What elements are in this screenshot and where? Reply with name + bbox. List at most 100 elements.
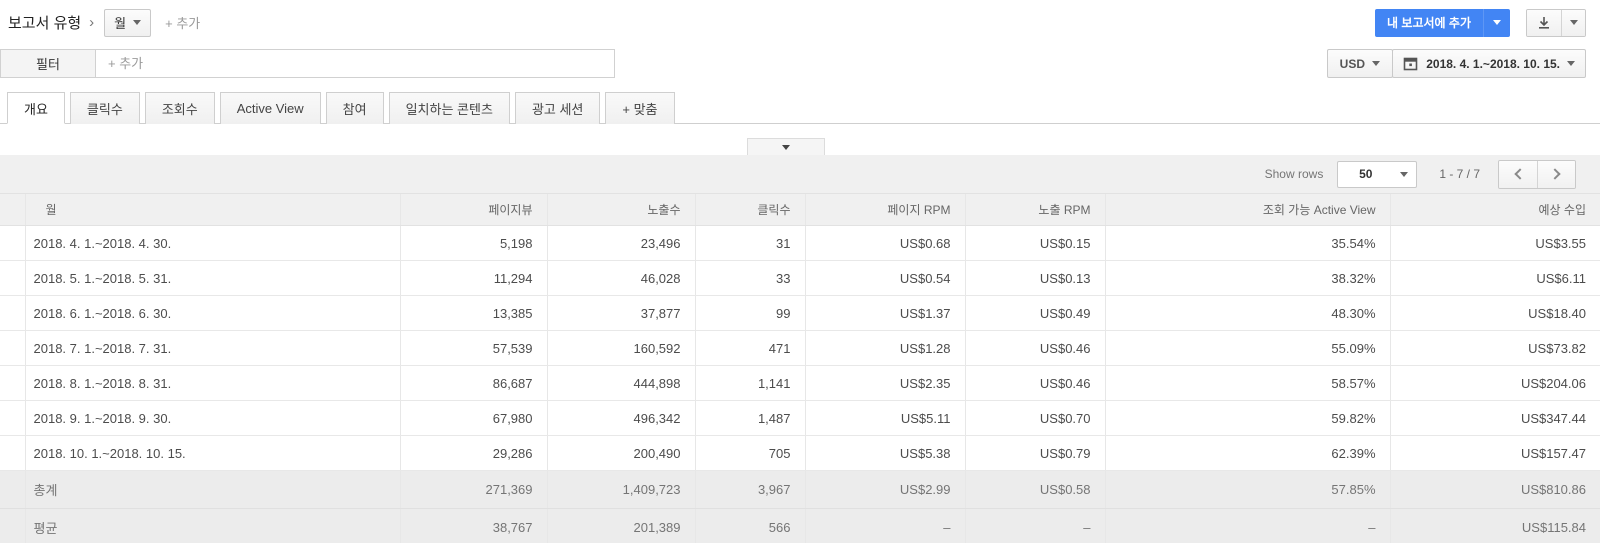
table-row: 2018. 10. 1.~2018. 10. 15. 29,286 200,490 7… bbox=[0, 435, 1600, 471]
filter-label: 필터 bbox=[1, 50, 96, 77]
cell-page-rpm: US$1.28 bbox=[804, 330, 965, 366]
column-header-page-rpm[interactable]: 페이지 RPM bbox=[804, 193, 965, 226]
next-page-button[interactable] bbox=[1537, 160, 1575, 188]
chart-collapse-toggle[interactable] bbox=[747, 138, 825, 155]
row-select-spacer bbox=[0, 508, 25, 543]
summary-label: 평균 bbox=[24, 508, 400, 543]
cell-impression-rpm: US$0.70 bbox=[964, 400, 1105, 436]
date-range-picker[interactable]: 2018. 4. 1.~2018. 10. 15. bbox=[1392, 49, 1586, 78]
cell-impressions: 200,490 bbox=[546, 435, 695, 471]
cell-estimated-earnings: US$73.82 bbox=[1389, 330, 1600, 366]
cell-estimated-earnings: US$6.11 bbox=[1389, 260, 1600, 296]
add-to-my-reports-button[interactable]: 내 보고서에 추가 bbox=[1375, 8, 1483, 37]
cell-page-rpm: US$5.11 bbox=[804, 400, 965, 436]
report-type-dropdown[interactable]: 월 bbox=[104, 8, 152, 37]
column-header-pageviews[interactable]: 페이지뷰 bbox=[399, 193, 547, 226]
tab-matched-content[interactable]: 일치하는 콘텐츠 bbox=[388, 92, 510, 124]
prev-page-button[interactable] bbox=[1499, 160, 1537, 188]
tab-engagement[interactable]: 참여 bbox=[325, 92, 384, 124]
cell-estimated-earnings: US$115.84 bbox=[1389, 508, 1600, 543]
tab-ad-sessions[interactable]: 광고 세션 bbox=[514, 92, 601, 124]
chevron-down-icon bbox=[1569, 20, 1578, 25]
row-select-spacer bbox=[0, 225, 25, 261]
row-month-label: 2018. 5. 1.~2018. 5. 31. bbox=[24, 260, 400, 296]
cell-clicks: 566 bbox=[694, 508, 805, 543]
cell-active-view-viewable: 48.30% bbox=[1104, 295, 1390, 331]
cell-clicks: 33 bbox=[694, 260, 805, 296]
pager bbox=[1498, 159, 1576, 189]
cell-estimated-earnings: US$157.47 bbox=[1389, 435, 1600, 471]
row-month-label: 2018. 10. 1.~2018. 10. 15. bbox=[24, 435, 400, 471]
download-button[interactable] bbox=[1527, 9, 1561, 36]
date-range-value: 2018. 4. 1.~2018. 10. 15. bbox=[1426, 56, 1560, 71]
column-header-month[interactable]: 월 bbox=[24, 193, 400, 226]
tab-views[interactable]: 조회수 bbox=[144, 92, 215, 124]
add-to-my-reports-dropdown[interactable] bbox=[1483, 8, 1510, 37]
cell-active-view-viewable: 62.39% bbox=[1104, 435, 1390, 471]
add-to-my-reports-split-button: 내 보고서에 추가 bbox=[1375, 8, 1510, 37]
table-panel: Show rows 50 1 - 7 / 7 월 페이지뷰 노출수 클릭수 페이지 RP… bbox=[0, 155, 1600, 543]
cell-clicks: 705 bbox=[694, 435, 805, 471]
cell-estimated-earnings: US$810.86 bbox=[1389, 470, 1600, 509]
row-month-label: 2018. 4. 1.~2018. 4. 30. bbox=[24, 225, 400, 261]
cell-page-rpm: US$0.54 bbox=[804, 260, 965, 296]
report-table: 월 페이지뷰 노출수 클릭수 페이지 RPM 노출 RPM 조회 가능 Active Vie… bbox=[0, 193, 1600, 543]
cell-clicks: 1,141 bbox=[694, 365, 805, 401]
row-month-label: 2018. 9. 1.~2018. 9. 30. bbox=[24, 400, 400, 436]
cell-active-view-viewable: 57.85% bbox=[1104, 470, 1390, 509]
cell-pageviews: 86,687 bbox=[399, 365, 547, 401]
cell-active-view-viewable: 59.82% bbox=[1104, 400, 1390, 436]
cell-impressions: 444,898 bbox=[546, 365, 695, 401]
column-header-estimated-earnings[interactable]: 예상 수입 bbox=[1389, 193, 1600, 226]
chevron-down-icon bbox=[1493, 20, 1501, 25]
column-header-clicks[interactable]: 클릭수 bbox=[694, 193, 805, 226]
cell-clicks: 31 bbox=[694, 225, 805, 261]
table-row: 2018. 6. 1.~2018. 6. 30. 13,385 37,877 99 US… bbox=[0, 295, 1600, 331]
chevron-right-icon bbox=[1549, 168, 1561, 180]
row-month-label: 2018. 7. 1.~2018. 7. 31. bbox=[24, 330, 400, 366]
currency-dropdown[interactable]: USD bbox=[1326, 49, 1393, 78]
table-header-row: 월 페이지뷰 노출수 클릭수 페이지 RPM 노출 RPM 조회 가능 Active Vie… bbox=[0, 193, 1600, 226]
page-title: 보고서 유형 bbox=[8, 15, 82, 32]
row-month-label: 2018. 8. 1.~2018. 8. 31. bbox=[24, 365, 400, 401]
cell-page-rpm: US$1.37 bbox=[804, 295, 965, 331]
column-header-impression-rpm[interactable]: 노출 RPM bbox=[964, 193, 1105, 226]
cell-active-view-viewable: 35.54% bbox=[1104, 225, 1390, 261]
chevron-down-icon bbox=[1567, 61, 1575, 66]
tab-custom[interactable]: + 맞춤 bbox=[605, 92, 675, 124]
row-select-spacer bbox=[0, 435, 25, 471]
column-header-active-view-viewable[interactable]: 조회 가능 Active View bbox=[1104, 193, 1390, 226]
cell-clicks: 99 bbox=[694, 295, 805, 331]
table-row: 2018. 8. 1.~2018. 8. 31. 86,687 444,898 1,1… bbox=[0, 365, 1600, 401]
filter-input[interactable] bbox=[96, 50, 614, 77]
report-page: 보고서 유형 › 월 + 추가 내 보고서에 추가 필터 + 추가 USD 20… bbox=[0, 0, 1600, 543]
cell-active-view-viewable: 58.57% bbox=[1104, 365, 1390, 401]
download-options-dropdown[interactable] bbox=[1561, 9, 1585, 36]
row-month-label: 2018. 6. 1.~2018. 6. 30. bbox=[24, 295, 400, 331]
row-select-spacer bbox=[0, 400, 25, 436]
report-tabs: 개요 클릭수 조회수 Active View 참여 일치하는 콘텐츠 광고 세션 + 맞춤 bbox=[0, 91, 1600, 124]
cell-impressions: 201,389 bbox=[546, 508, 695, 543]
page-range: 1 - 7 / 7 bbox=[1439, 167, 1480, 181]
row-select-spacer bbox=[0, 295, 25, 331]
cell-clicks: 3,967 bbox=[694, 470, 805, 509]
row-select-spacer bbox=[0, 365, 25, 401]
add-dimension-link[interactable]: + 추가 bbox=[165, 13, 200, 32]
row-select-spacer bbox=[0, 330, 25, 366]
cell-pageviews: 57,539 bbox=[399, 330, 547, 366]
cell-pageviews: 38,767 bbox=[399, 508, 547, 543]
show-rows-dropdown[interactable]: 50 bbox=[1337, 160, 1418, 188]
top-bar: 보고서 유형 › 월 + 추가 내 보고서에 추가 bbox=[0, 0, 1600, 45]
column-header-impressions[interactable]: 노출수 bbox=[546, 193, 695, 226]
chevron-down-icon bbox=[133, 20, 142, 25]
chevron-left-icon bbox=[1513, 168, 1526, 180]
row-select-spacer bbox=[0, 193, 25, 226]
cell-impression-rpm: US$0.15 bbox=[964, 225, 1105, 261]
show-rows-value: 50 bbox=[1359, 167, 1373, 181]
download-icon bbox=[1539, 16, 1549, 29]
cell-page-rpm: – bbox=[804, 508, 965, 543]
report-type-value: 월 bbox=[114, 16, 127, 31]
tab-active-view[interactable]: Active View bbox=[219, 92, 321, 124]
tab-overview[interactable]: 개요 bbox=[7, 92, 65, 124]
tab-clicks[interactable]: 클릭수 bbox=[69, 92, 140, 124]
